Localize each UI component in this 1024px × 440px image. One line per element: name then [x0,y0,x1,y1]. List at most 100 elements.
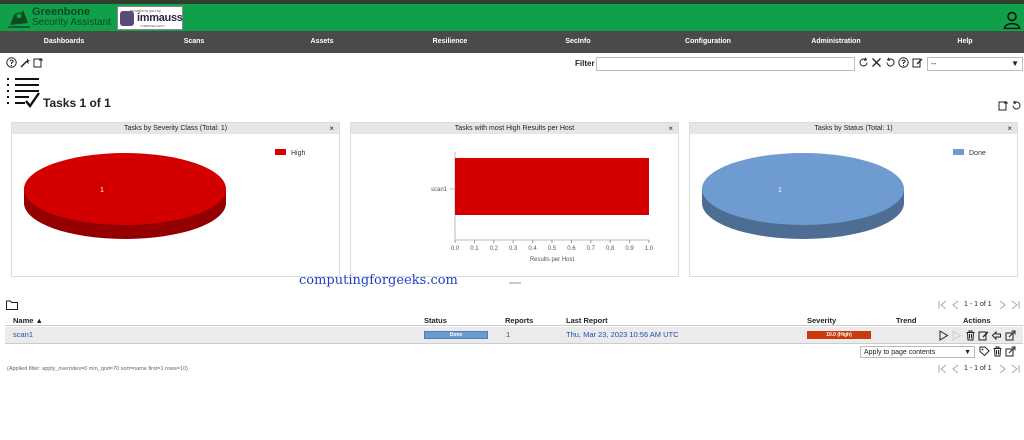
close-icon[interactable]: × [1007,123,1012,134]
pie-slice-high [24,153,226,225]
nav-administration[interactable]: Administration [811,31,860,53]
resume-icon[interactable] [951,330,962,341]
nav-dashboards[interactable]: Dashboards [44,31,84,53]
panel-title: Tasks by Status (Total: 1) × [690,123,1017,134]
x-tick-label: 0.4 [528,246,537,252]
filter-help-icon[interactable] [898,57,909,68]
pie-slice-label: 1 [778,187,782,194]
wizard-icon[interactable] [20,57,31,68]
tasks-list-icon [5,76,41,110]
chevron-down-icon: ▼ [1011,58,1019,70]
status-pie-chart: 1 Done [690,134,1017,276]
nav-secinfo[interactable]: SecInfo [565,31,590,53]
status-progress-bar: Done [424,331,488,339]
y-tick-label: scan1 [431,187,448,193]
legend-swatch [953,149,964,155]
next-page-icon[interactable] [998,300,1007,310]
nav-configuration[interactable]: Configuration [685,31,731,53]
legend-swatch [275,149,286,155]
close-icon[interactable]: × [329,123,334,134]
edit-icon[interactable] [978,330,989,341]
legend-label: Done [969,150,986,157]
legend-label: High [291,150,306,157]
new-task-icon[interactable] [33,57,44,68]
user-icon[interactable] [1003,11,1021,29]
status-panel: Tasks by Status (Total: 1) × 1 Done [689,122,1018,277]
refresh-filter-icon[interactable] [858,57,869,68]
x-tick-label: 0.1 [470,246,479,252]
first-page-icon[interactable] [938,364,947,374]
last-report-link[interactable]: Thu, Mar 23, 2023 10:56 AM UTC [566,330,679,339]
task-name-link[interactable]: scan1 [13,330,33,339]
next-page-icon[interactable] [998,364,1007,374]
dashboard-resize-handle[interactable] [509,282,521,284]
sponsor-logo: brought to you by immauss CYBERSECURITY [117,6,183,30]
high-results-panel-title: Tasks with most High Results per Host [455,125,574,132]
panel-title: Tasks by Severity Class (Total: 1) × [12,123,339,134]
filter-input[interactable] [596,57,855,71]
folder-icon[interactable] [6,300,18,310]
applied-filter-text: (Applied filter: apply_overrides=0 min_q… [7,366,188,372]
sponsor-sub-text: CYBERSECURITY [140,24,166,28]
nav-resilience[interactable]: Resilience [433,31,468,53]
severity-pie-chart: 1High [12,134,339,276]
export-icon[interactable] [1005,330,1016,341]
pagination-text: 1 - 1 of 1 [964,301,992,308]
x-tick-label: 0.9 [625,246,634,252]
severity-badge: 10.0 (High) [807,331,871,339]
watermark-text: computingforgeeks.com [299,273,458,288]
x-tick-label: 0.7 [587,246,596,252]
x-tick-label: 0.2 [490,246,499,252]
add-dashboard-display-icon[interactable] [998,100,1009,111]
trash-icon[interactable] [965,330,976,341]
column-header-reports[interactable]: Reports [505,316,533,325]
filter-select[interactable]: -- ▼ [927,57,1023,71]
panel-title: Tasks with most High Results per Host × [351,123,678,134]
x-tick-label: 0.5 [548,246,557,252]
x-axis-label: Results per Host [530,257,575,263]
clone-icon[interactable] [991,330,1002,341]
severity-class-panel: Tasks by Severity Class (Total: 1) × 1Hi… [11,122,340,277]
close-icon[interactable]: × [668,123,673,134]
reset-filter-icon[interactable] [885,57,896,68]
edit-filter-icon[interactable] [912,57,923,68]
pagination-text: 1 - 1 of 1 [964,365,992,372]
greenbone-logo-icon [6,5,32,30]
previous-page-icon[interactable] [951,300,960,310]
sponsor-mascot-icon [120,11,134,26]
nav-assets[interactable]: Assets [311,31,334,53]
clear-filter-icon[interactable] [871,57,882,68]
help-icon[interactable] [6,57,17,68]
bulk-select-value: Apply to page contents [864,349,935,356]
bulk-trash-icon[interactable] [992,346,1003,357]
status-panel-title: Tasks by Status (Total: 1) [814,125,892,132]
reports-count-link[interactable]: 1 [506,330,510,339]
app-header: Greenbone Security Assistant brought to … [0,4,1024,31]
previous-page-icon[interactable] [951,364,960,374]
filter-select-value: -- [931,59,936,68]
column-header-trend[interactable]: Trend [896,316,916,325]
table-divider [5,325,1023,326]
chevron-down-icon: ▼ [964,347,971,358]
high-results-bar-chart: scan10.00.10.20.30.40.50.60.70.80.91.0Re… [351,134,678,276]
severity-panel-title: Tasks by Severity Class (Total: 1) [124,125,227,132]
first-page-icon[interactable] [938,300,947,310]
tag-icon[interactable] [979,346,990,357]
pagination-top: 1 - 1 of 1 [938,300,1023,312]
x-tick-label: 1.0 [645,246,654,252]
column-header-name[interactable]: Name ▲ [13,316,43,325]
x-tick-label: 0.0 [451,246,460,252]
nav-help[interactable]: Help [957,31,972,53]
nav-scans[interactable]: Scans [184,31,205,53]
pie-slice-done [702,153,904,225]
reset-dashboard-icon[interactable] [1011,100,1022,111]
last-page-icon[interactable] [1011,300,1020,310]
x-tick-label: 0.6 [567,246,576,252]
column-header-status[interactable]: Status [424,316,447,325]
column-header-severity[interactable]: Severity [807,316,836,325]
last-page-icon[interactable] [1011,364,1020,374]
column-header-last-report[interactable]: Last Report [566,316,608,325]
bulk-export-icon[interactable] [1005,346,1016,357]
start-icon[interactable] [938,330,949,341]
bulk-action-select[interactable]: Apply to page contents ▼ [860,346,975,358]
